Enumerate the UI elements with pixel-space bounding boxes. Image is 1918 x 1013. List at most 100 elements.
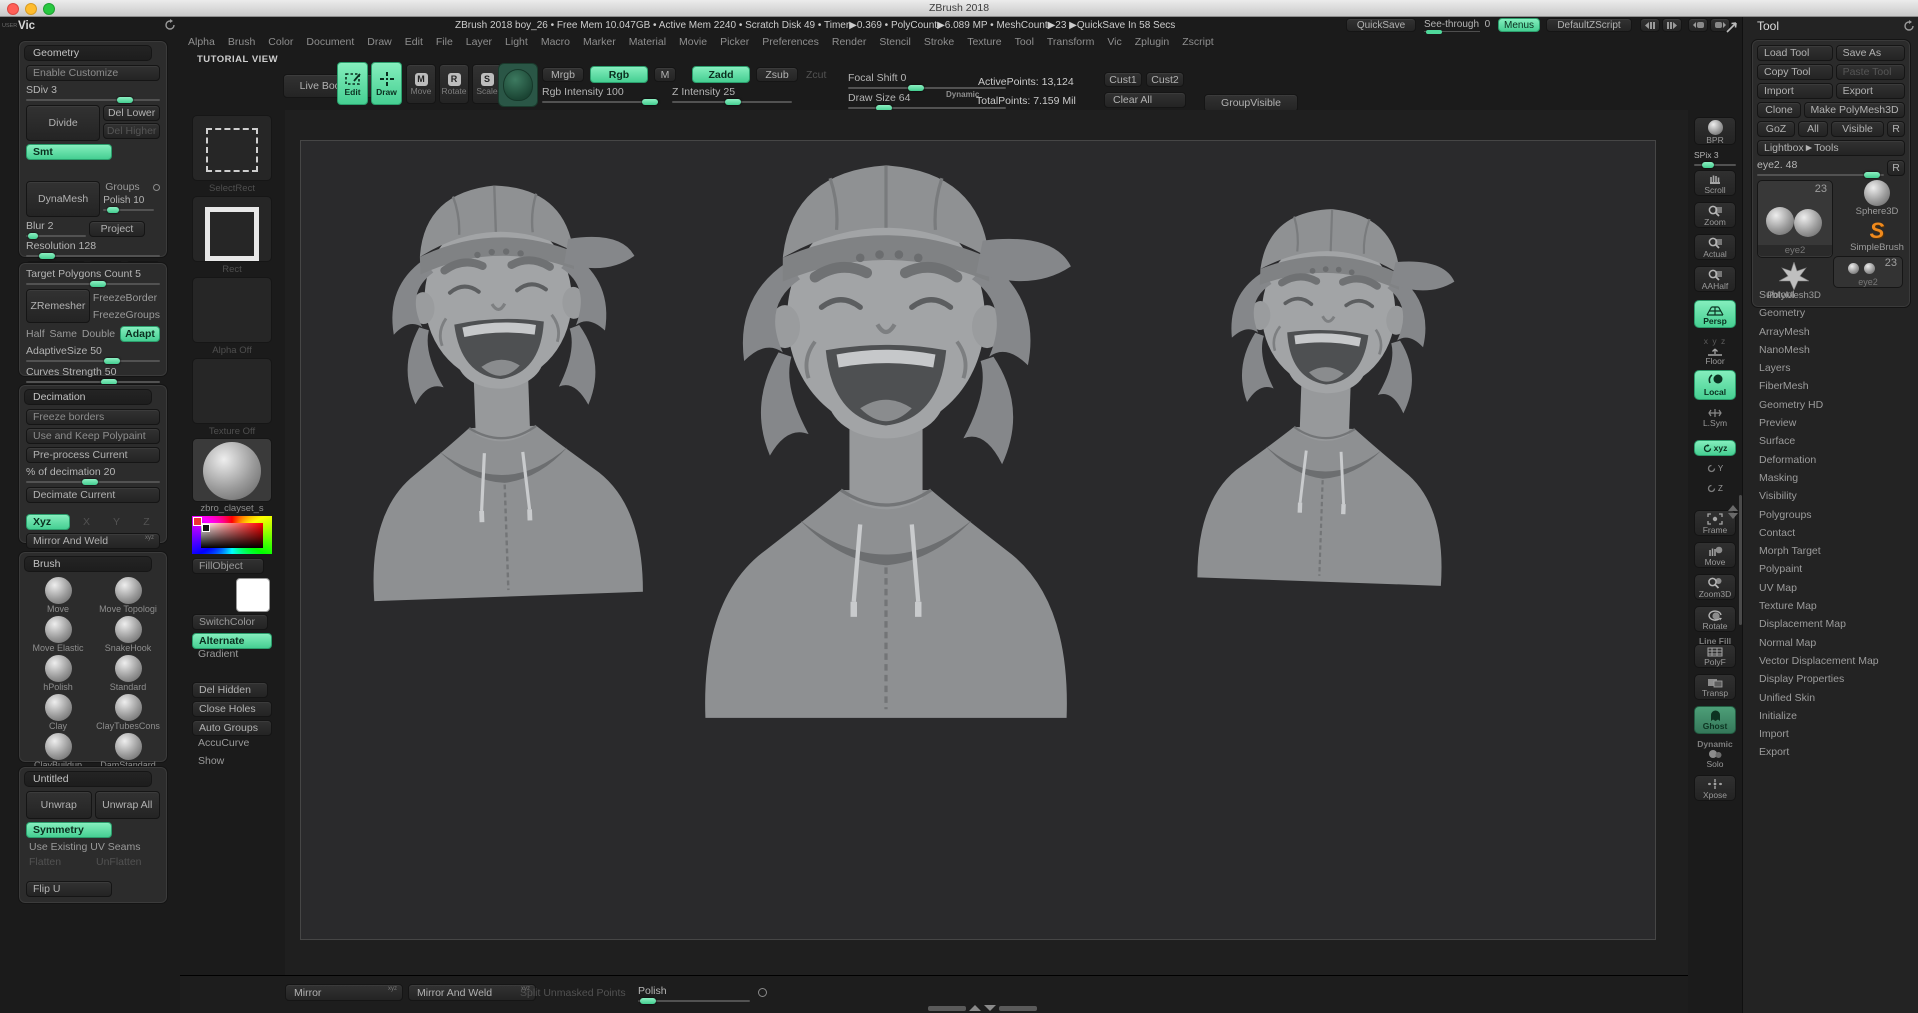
same-button[interactable]: Same — [50, 328, 77, 340]
tool-subpalette-item[interactable]: Polypaint — [1757, 563, 1917, 581]
move-3d-button[interactable]: Move — [1694, 542, 1736, 568]
quicksave-button[interactable]: QuickSave — [1346, 18, 1416, 32]
menu-item[interactable]: Stroke — [924, 36, 954, 48]
geometry-panel-header[interactable]: Geometry — [24, 45, 152, 61]
tool-subpalette-item[interactable]: UV Map — [1757, 582, 1917, 600]
texture-selector[interactable] — [192, 358, 272, 424]
flip-u-button[interactable]: Flip U — [26, 881, 112, 897]
canvas-area[interactable] — [285, 110, 1688, 975]
import-tool-button[interactable]: Import — [1757, 83, 1833, 99]
tool-subpalette-item[interactable]: Surface — [1757, 435, 1917, 453]
brush-item[interactable]: hPolish — [26, 654, 90, 692]
rotate-xyz-toggle[interactable]: xyz — [1694, 440, 1736, 456]
menu-item[interactable]: Movie — [679, 36, 707, 48]
mirror-x-toggle[interactable]: X — [73, 516, 100, 528]
menu-item[interactable]: Marker — [583, 36, 616, 48]
tool-subpalette-item[interactable]: Contact — [1757, 527, 1917, 545]
persp-toggle[interactable]: Persp — [1694, 300, 1736, 328]
gradient-toggle[interactable]: Gradient — [198, 648, 238, 660]
close-holes-button[interactable]: Close Holes — [192, 701, 272, 717]
mirror-z-toggle[interactable]: Z — [133, 516, 160, 528]
stroke-selector[interactable] — [192, 115, 272, 181]
see-through-slider[interactable]: See-through 0 — [1424, 19, 1490, 30]
color-picker[interactable] — [192, 516, 272, 554]
fill-object-button[interactable]: FillObject — [192, 558, 264, 574]
brush-item[interactable]: Move — [26, 576, 90, 614]
brush-item[interactable]: SnakeHook — [96, 615, 160, 653]
tool-subpalette-item[interactable]: Subtool — [1757, 289, 1917, 307]
goz-visible-button[interactable]: Visible — [1831, 121, 1884, 137]
rotate-3d-button[interactable]: Rotate — [1694, 606, 1736, 632]
alpha-shape-selector[interactable] — [192, 196, 272, 262]
polish-circle-toggle[interactable] — [758, 988, 767, 997]
smt-toggle[interactable]: Smt — [26, 144, 112, 160]
enable-customize-button[interactable]: Enable Customize — [26, 65, 160, 81]
menu-item[interactable]: Light — [505, 36, 528, 48]
tool-subpalette-item[interactable]: Masking — [1757, 472, 1917, 490]
copy-tool-button[interactable]: Copy Tool — [1757, 64, 1833, 80]
zoom-button[interactable]: Zoom — [1694, 202, 1736, 228]
unflatten-button[interactable]: UnFlatten — [96, 856, 160, 868]
freeze-border-toggle[interactable]: FreezeBorder — [93, 292, 160, 304]
brush-item[interactable]: ClayTubesCons — [96, 693, 160, 731]
default-zscript-button[interactable]: DefaultZScript — [1546, 18, 1632, 32]
local-toggle[interactable]: Local — [1694, 370, 1736, 400]
curves-strength-slider[interactable]: Curves Strength 50 — [26, 366, 160, 383]
tool-subpalette-item[interactable]: Import — [1757, 728, 1917, 746]
use-keep-polypaint-toggle[interactable]: Use and Keep Polypaint — [26, 428, 160, 444]
polish-circle-toggle[interactable] — [153, 184, 160, 191]
tool-subpalette-item[interactable]: Displacement Map — [1757, 618, 1917, 636]
mirror-and-weld-button[interactable]: Mirror And Weld xyz — [408, 984, 536, 1001]
menu-item[interactable]: Texture — [967, 36, 1001, 48]
decimate-current-button[interactable]: Decimate Current — [26, 487, 160, 503]
menu-item[interactable]: Stencil — [879, 36, 911, 48]
export-tool-button[interactable]: Export — [1836, 83, 1905, 99]
brush-item[interactable]: Standard — [96, 654, 160, 692]
tool-subpalette-item[interactable]: ArrayMesh — [1757, 326, 1917, 344]
project-toggle[interactable]: Project — [89, 221, 145, 237]
mirror-button[interactable]: Mirror xyz — [285, 984, 403, 1001]
custom-menu-title[interactable]: Vic — [18, 20, 35, 32]
tool-subpalette-item[interactable]: Vector Displacement Map — [1757, 655, 1917, 673]
brush-item[interactable]: DamStandard — [96, 732, 160, 770]
draw-mode-button[interactable]: Draw — [371, 62, 402, 105]
brush-item[interactable]: Clay — [26, 693, 90, 731]
del-hidden-button[interactable]: Del Hidden — [192, 682, 268, 698]
active-tool-slider[interactable]: eye2. 48 — [1757, 159, 1884, 176]
document-view[interactable] — [300, 140, 1656, 940]
menu-item[interactable]: Edit — [405, 36, 423, 48]
adaptive-size-slider[interactable]: AdaptiveSize 50 — [26, 345, 160, 362]
zremesher-button[interactable]: ZRemesher — [26, 289, 90, 323]
save-as-button[interactable]: Save As — [1836, 45, 1905, 61]
menu-item[interactable]: Alpha — [188, 36, 215, 48]
tool-subpalette-item[interactable]: Visibility — [1757, 490, 1917, 508]
dynamic-toggle[interactable]: Dynamic — [946, 90, 979, 99]
preprocess-current-button[interactable]: Pre-process Current — [26, 447, 160, 463]
clear-all-button[interactable]: Clear All — [1104, 92, 1186, 108]
tray-resize-handle[interactable] — [928, 1005, 1037, 1011]
menu-item[interactable]: Material — [629, 36, 666, 48]
adapt-toggle[interactable]: Adapt — [120, 326, 160, 342]
tray-collapse-arrows[interactable] — [1728, 505, 1738, 519]
goz-r-button[interactable]: R — [1887, 121, 1905, 137]
tool-subpalette-item[interactable]: Morph Target — [1757, 545, 1917, 563]
xpose-button[interactable]: Xpose — [1694, 775, 1736, 801]
tool-panel-title[interactable]: Tool — [1757, 19, 1779, 33]
rgb-intensity-slider[interactable]: Rgb Intensity 100 — [542, 86, 658, 103]
menu-item[interactable]: Draw — [367, 36, 392, 48]
simplebrush-tool[interactable]: S SimpleBrush — [1849, 220, 1905, 253]
brush-item[interactable]: Move Elastic — [26, 615, 90, 653]
zadd-button[interactable]: Zadd — [692, 66, 750, 83]
bpr-button[interactable]: BPR — [1694, 117, 1736, 145]
menu-item[interactable]: Macro — [541, 36, 570, 48]
mirror-xyz-toggle[interactable]: Xyz — [26, 514, 70, 530]
freeze-groups-toggle[interactable]: FreezeGroups — [93, 309, 160, 321]
switch-color-button[interactable]: SwitchColor — [192, 614, 268, 630]
rotate-mode-button[interactable]: R Rotate — [439, 64, 469, 104]
unwrap-button[interactable]: Unwrap — [26, 791, 92, 819]
material-selector[interactable] — [192, 438, 272, 502]
auto-groups-button[interactable]: Auto Groups — [192, 720, 272, 736]
mirror-y-toggle[interactable]: Y — [103, 516, 130, 528]
recent-tool-thumbnail[interactable]: 23 eye2 — [1833, 256, 1903, 288]
tool-subpalette-item[interactable]: Geometry — [1757, 307, 1917, 325]
